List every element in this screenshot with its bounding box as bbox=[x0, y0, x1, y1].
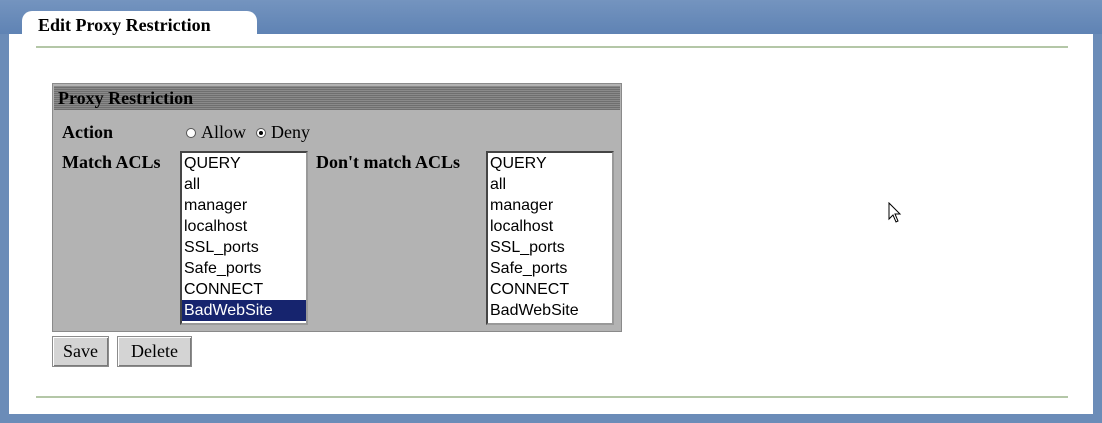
allow-radio[interactable] bbox=[186, 127, 196, 138]
list-option[interactable]: CONNECT bbox=[488, 279, 612, 300]
deny-label: Deny bbox=[271, 122, 310, 142]
mouse-cursor-icon bbox=[888, 202, 902, 223]
list-option[interactable]: all bbox=[488, 174, 612, 195]
list-option[interactable]: CONNECT bbox=[182, 279, 306, 300]
list-option[interactable]: QUERY bbox=[182, 153, 306, 174]
action-label: Action bbox=[62, 122, 113, 142]
dont-match-acls-list[interactable]: QUERY all manager localhost SSL_ports Safe_po… bbox=[486, 151, 614, 325]
list-option[interactable]: SSL_ports bbox=[488, 237, 612, 258]
fieldset-legend: Proxy Restriction bbox=[54, 86, 620, 110]
deny-radio[interactable] bbox=[256, 127, 266, 138]
list-option[interactable]: BadWebSite bbox=[488, 300, 612, 321]
delete-button[interactable]: Delete bbox=[117, 336, 192, 367]
dont-match-acls-label: Don't match ACLs bbox=[316, 152, 461, 172]
allow-label: Allow bbox=[201, 122, 246, 142]
list-option[interactable]: manager bbox=[488, 195, 612, 216]
list-option[interactable]: SSL_ports bbox=[182, 237, 306, 258]
list-option[interactable]: localhost bbox=[182, 216, 306, 237]
list-option[interactable]: Safe_ports bbox=[182, 258, 306, 279]
list-option[interactable]: localhost bbox=[488, 216, 612, 237]
list-option[interactable]: QUERY bbox=[488, 153, 612, 174]
action-radio-group: Allow Deny bbox=[186, 122, 310, 143]
match-acls-label: Match ACLs bbox=[62, 152, 161, 172]
list-option[interactable]: all bbox=[182, 174, 306, 195]
tab-title: Edit Proxy Restriction bbox=[38, 15, 211, 35]
list-option[interactable]: Safe_ports bbox=[488, 258, 612, 279]
divider-top bbox=[36, 46, 1068, 48]
divider-bottom bbox=[36, 396, 1068, 398]
window-frame: Edit Proxy Restriction Proxy Restriction… bbox=[0, 0, 1102, 423]
match-acls-list[interactable]: QUERY all manager localhost SSL_ports Safe_po… bbox=[180, 151, 308, 325]
list-option[interactable]: BadWebSite bbox=[182, 300, 306, 321]
list-option[interactable]: manager bbox=[182, 195, 306, 216]
save-button[interactable]: Save bbox=[52, 336, 109, 367]
